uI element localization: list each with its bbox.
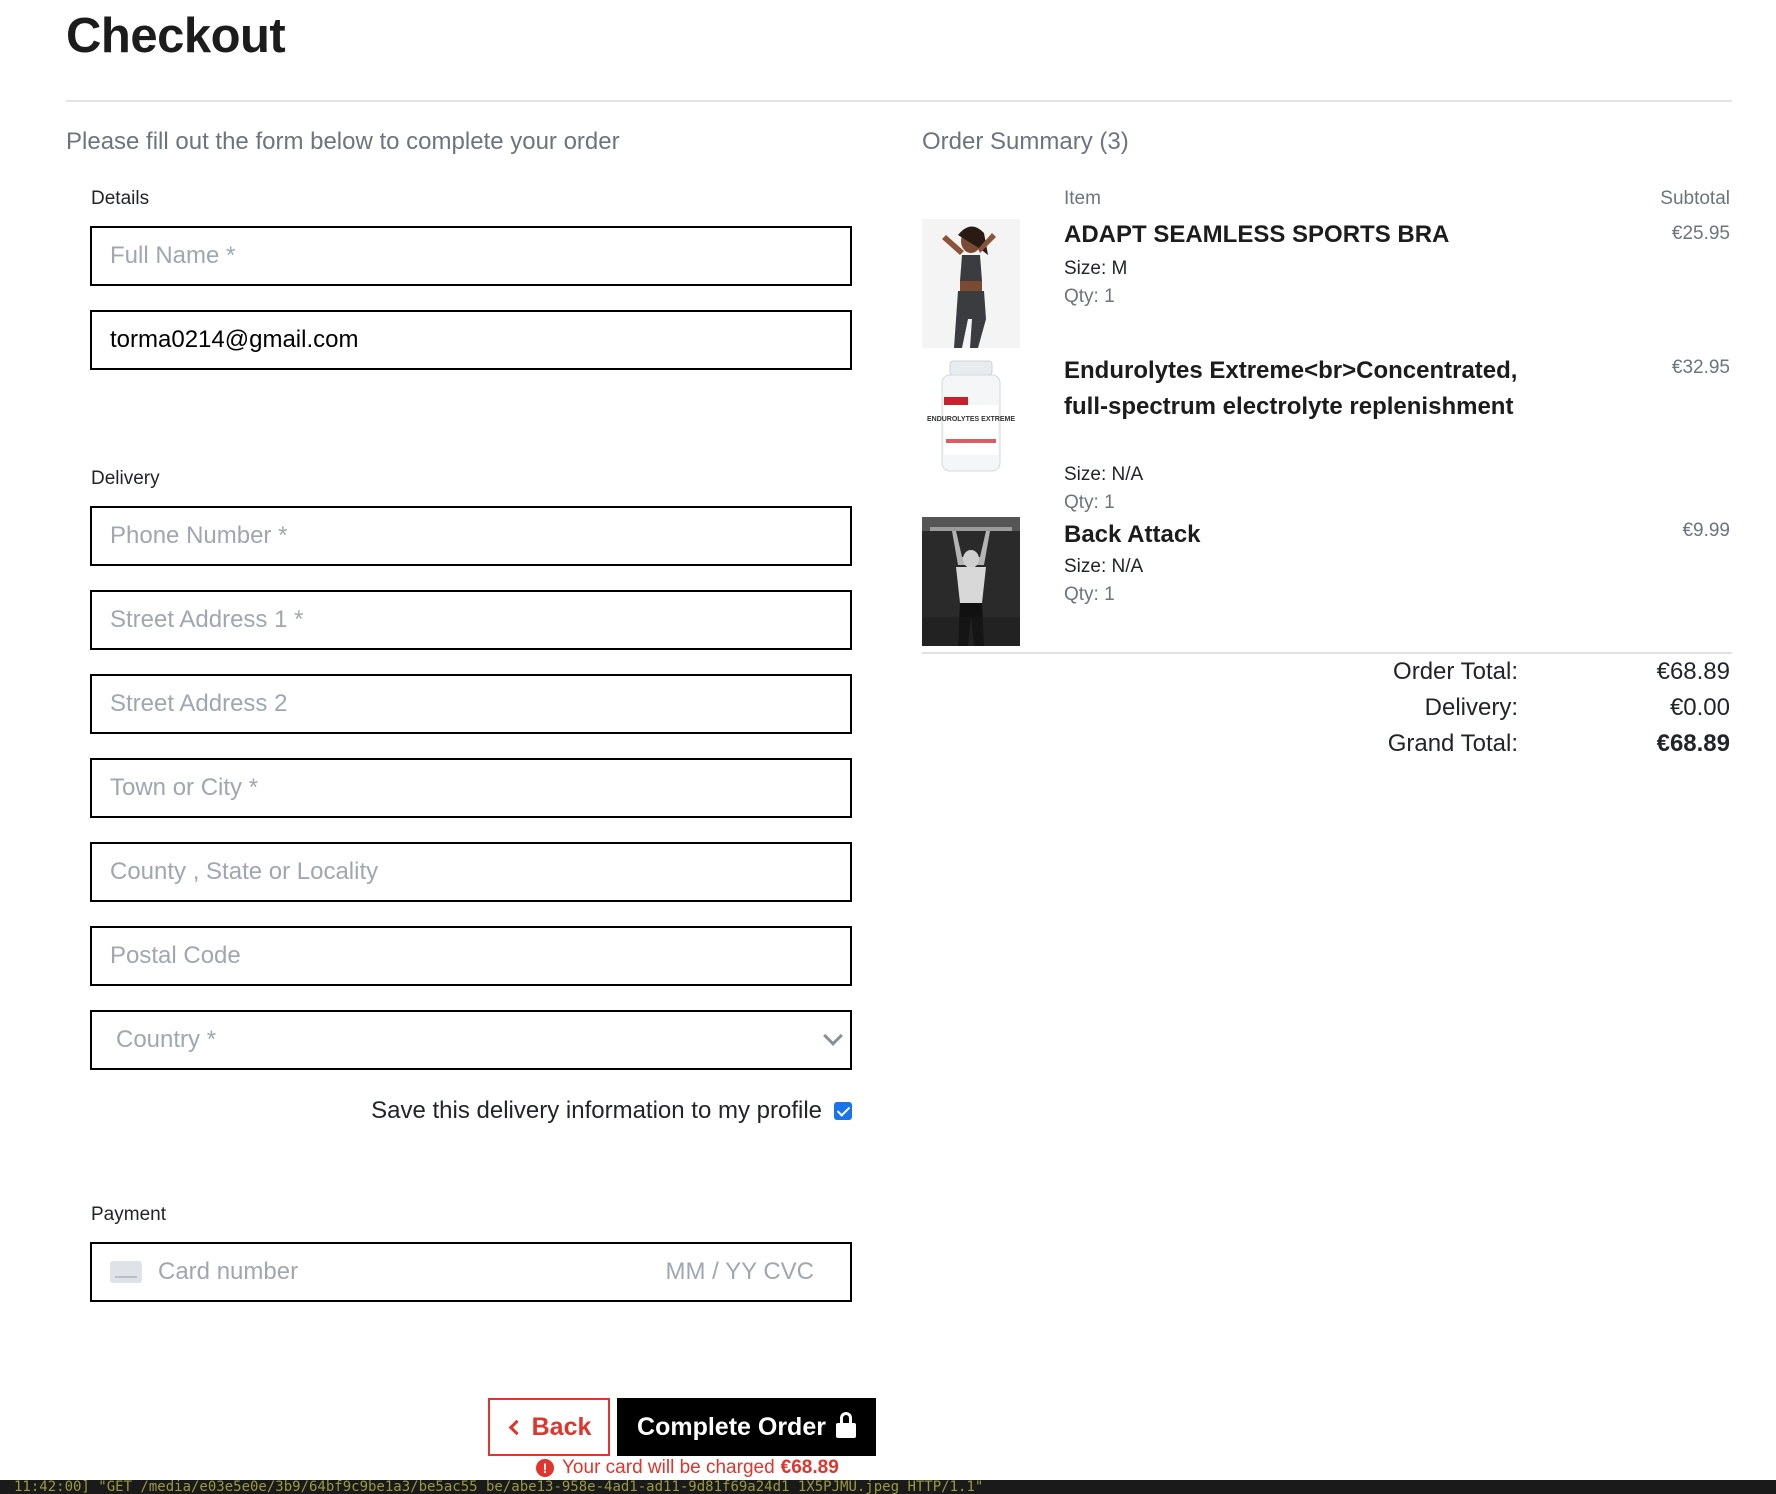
product-label-text: ENDUROLYTES EXTREME <box>927 416 1015 423</box>
chevron-down-icon <box>823 1026 843 1046</box>
order-total-label: Order Total: <box>1393 658 1518 685</box>
summary-col-item: Item <box>1064 188 1101 209</box>
item-qty: Qty: 1 <box>1064 492 1115 513</box>
back-button-label: Back <box>531 1412 592 1441</box>
charge-warning-text: Your card will be charged <box>562 1457 775 1478</box>
delivery-cost-value: €0.00 <box>1669 694 1730 721</box>
postal-code-input[interactable] <box>110 928 850 984</box>
form-lead-text: Please fill out the form below to comple… <box>66 128 620 155</box>
summary-divider <box>922 652 1732 654</box>
county-field[interactable] <box>90 842 852 902</box>
town-city-field[interactable] <box>90 758 852 818</box>
item-size: Size: N/A <box>1064 556 1144 577</box>
county-input[interactable] <box>110 844 850 900</box>
country-select[interactable]: Country * <box>90 1010 852 1070</box>
full-name-input[interactable] <box>110 228 850 284</box>
title-divider <box>66 100 1732 102</box>
charge-amount: €68.89 <box>780 1457 839 1478</box>
lock-icon <box>835 1412 856 1440</box>
phone-input[interactable] <box>110 508 850 564</box>
card-expiry-cvc-placeholder[interactable]: MM / YY CVC <box>666 1258 814 1286</box>
credit-card-icon <box>110 1261 142 1283</box>
payment-label: Payment <box>91 1204 166 1225</box>
charge-warning: ! Your card will be charged €68.89 <box>536 1457 839 1479</box>
item-qty: Qty: 1 <box>1064 584 1115 605</box>
postal-code-field[interactable] <box>90 926 852 986</box>
complete-order-label: Complete Order <box>637 1412 826 1441</box>
phone-field[interactable] <box>90 506 852 566</box>
item-size: Size: M <box>1064 258 1128 279</box>
grand-total-value: €68.89 <box>1656 730 1730 757</box>
order-summary-title: Order Summary (3) <box>922 128 1129 155</box>
save-info-label: Save this delivery information to my pro… <box>371 1097 822 1124</box>
item-qty: Qty: 1 <box>1064 286 1115 307</box>
save-info-checkbox[interactable] <box>834 1102 852 1120</box>
email-input[interactable] <box>110 312 850 368</box>
item-name: Endurolytes Extreme<br>Concentrated, ful… <box>1064 357 1518 420</box>
chevron-left-icon <box>508 1419 524 1435</box>
full-name-field[interactable] <box>90 226 852 286</box>
item-subtotal: €32.95 <box>1671 357 1730 378</box>
street-address-1-field[interactable] <box>90 590 852 650</box>
delivery-label: Delivery <box>91 468 160 489</box>
back-button[interactable]: Back <box>488 1398 610 1456</box>
item-size: Size: N/A <box>1064 464 1144 485</box>
complete-order-button[interactable]: Complete Order <box>617 1398 876 1456</box>
email-field[interactable] <box>90 310 852 370</box>
save-info-row: Save this delivery information to my pro… <box>90 1097 852 1125</box>
street-address-2-field[interactable] <box>90 674 852 734</box>
item-subtotal: €25.95 <box>1671 223 1730 244</box>
town-city-input[interactable] <box>110 760 850 816</box>
street-address-2-input[interactable] <box>110 676 850 732</box>
product-image-endurolytes[interactable]: ENDUROLYTES EXTREME <box>922 355 1020 480</box>
summary-col-subtotal: Subtotal <box>1660 188 1730 209</box>
product-image-sports-bra[interactable] <box>922 219 1020 348</box>
details-label: Details <box>91 188 150 209</box>
product-image-back-attack[interactable] <box>922 517 1020 646</box>
page-title: Checkout <box>66 9 286 63</box>
country-select-value: Country * <box>116 1026 217 1053</box>
terminal-log-strip: 11:42:00] "GET /media/e03e5e0e/3b9/64bf9… <box>0 1480 1776 1494</box>
item-subtotal: €9.99 <box>1682 520 1730 541</box>
exclamation-circle-icon: ! <box>536 1459 554 1477</box>
street-address-1-input[interactable] <box>110 592 850 648</box>
order-total-value: €68.89 <box>1656 658 1730 685</box>
item-name: ADAPT SEAMLESS SPORTS BRA <box>1064 221 1450 248</box>
checkout-page: Checkout Please fill out the form below … <box>0 0 1776 1494</box>
delivery-cost-label: Delivery: <box>1424 694 1518 721</box>
item-name: Back Attack <box>1064 521 1201 548</box>
grand-total-label: Grand Total: <box>1387 730 1518 757</box>
card-number-placeholder[interactable]: Card number <box>158 1258 298 1286</box>
card-element[interactable]: Card number MM / YY CVC <box>90 1242 852 1302</box>
